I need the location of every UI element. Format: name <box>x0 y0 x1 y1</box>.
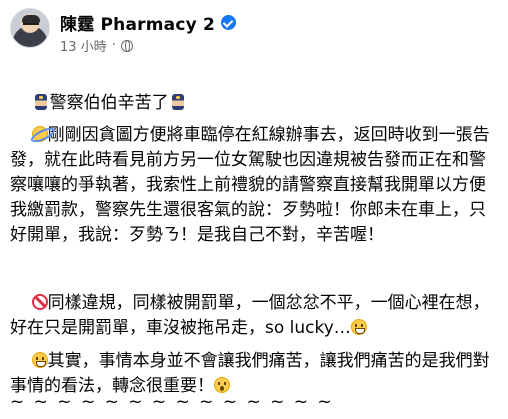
name-row: 陳霆 Pharmacy 2 <box>60 10 237 35</box>
dizzy-face-icon <box>31 126 48 142</box>
post-paragraph-2: 剛剛因貪圖方便將車臨停在紅線辦事去，返回時收到一張告發，就在此時看見前方另一位女… <box>10 98 502 273</box>
avatar[interactable] <box>10 8 50 48</box>
globe-icon[interactable] <box>120 39 133 52</box>
meta-separator: · <box>111 38 116 53</box>
prohibited-icon <box>31 294 48 310</box>
post-meta: 13 小時 · <box>60 36 133 55</box>
page-name-link[interactable]: 陳霆 Pharmacy 2 <box>60 10 215 35</box>
post-divider-text: ~ ~ ~ ~ ~ ~ ~ ~ ~ ~ ~ ~ ~ ~ <box>10 392 334 412</box>
post-header: 陳霆 Pharmacy 2 13 小時 · <box>10 8 500 56</box>
verified-badge-icon <box>221 15 237 30</box>
grin-sweat-icon <box>31 352 48 368</box>
post-timestamp[interactable]: 13 小時 <box>60 36 107 55</box>
post-paragraph-2-text: 剛剛因貪圖方便將車臨停在紅線辦事去，返回時收到一張告發，就在此時看見前方另一位女… <box>10 125 490 245</box>
